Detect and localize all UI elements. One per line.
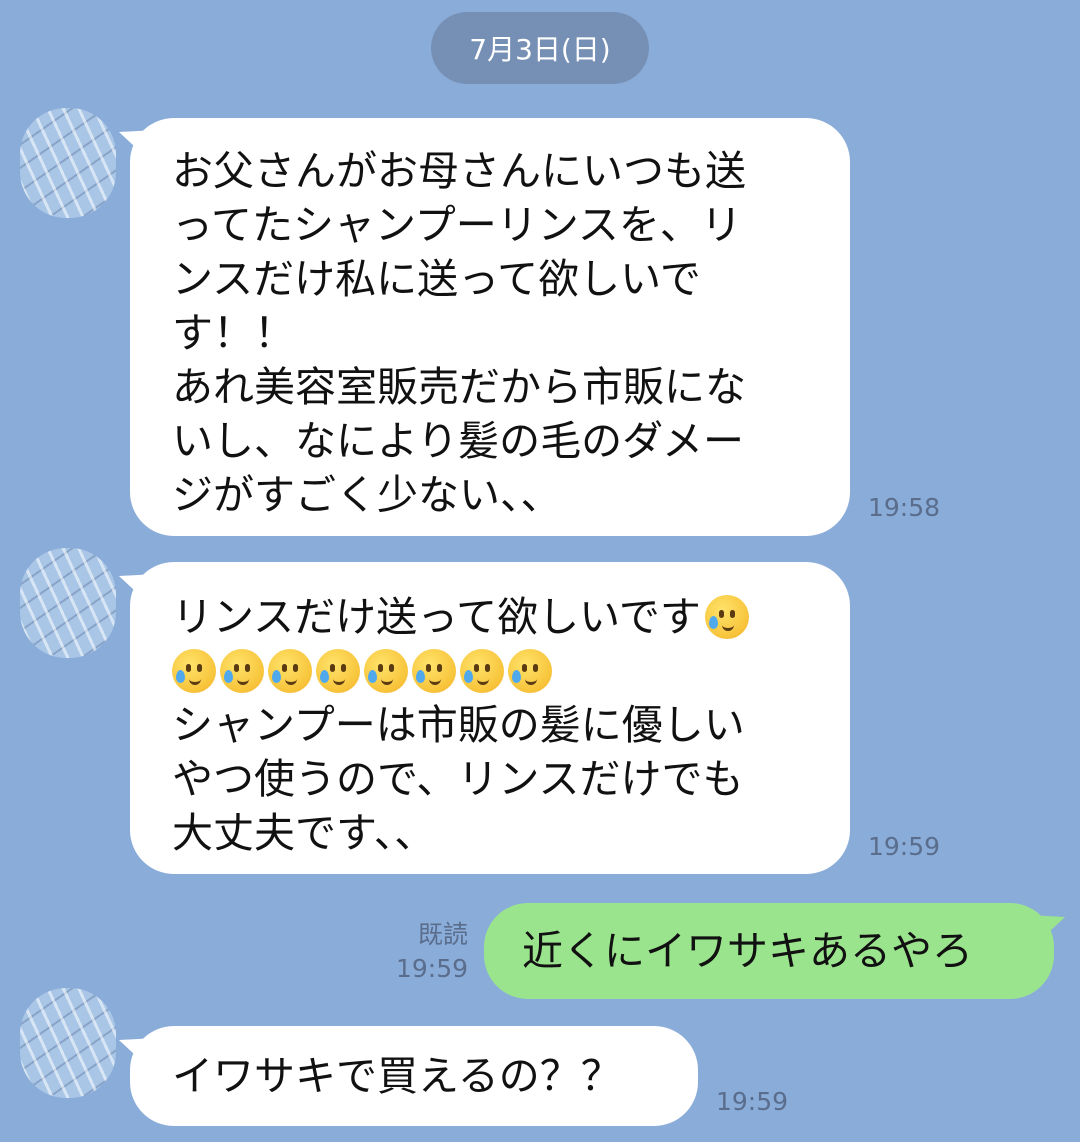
message-line: リンスだけ送って欲しいです (172, 590, 850, 644)
message-line: ってたシャンプーリンスを、リ (172, 201, 742, 249)
read-label: 既読 (417, 920, 468, 949)
sender-avatar[interactable] (20, 988, 116, 1098)
message-line: あれ美容室販売だから市販にな (172, 363, 746, 411)
read-receipt: 既読 19:59 (380, 918, 468, 986)
message-time: 19:59 (395, 954, 468, 983)
smiling-face-with-tear-icon (460, 649, 504, 693)
message-line: 大丈夫です、、 (172, 809, 436, 857)
message-line: お父さんがお母さんにいつも送 (172, 147, 746, 195)
message-line: ンスだけ私に送って欲しいで (172, 255, 701, 303)
message-line: す！！ (172, 309, 295, 357)
smiling-face-with-tear-icon (704, 595, 749, 639)
smiling-face-with-tear-icon (412, 649, 456, 693)
message-line: いし、なにより髪の毛のダメー (172, 417, 744, 465)
smiling-face-with-tear-icon (316, 649, 360, 693)
message-time: 19:58 (868, 493, 941, 522)
message-line: やつ使うので、リンスだけでも (172, 755, 744, 803)
message-bubble-2[interactable]: リンスだけ送って欲しいです シャンプーは市販の髪に優しい やつ使うので、リンスだ… (130, 562, 850, 874)
emoji-row (172, 644, 850, 698)
date-divider: 7月3日(日) (431, 12, 649, 84)
message-line: シャンプーは市販の髪に優しい (172, 701, 745, 749)
message-time: 19:59 (868, 832, 941, 861)
message-line: 近くにイワサキあるやろ (522, 927, 973, 975)
message-time: 19:59 (716, 1087, 789, 1116)
message-bubble-1[interactable]: お父さんがお母さんにいつも送 ってたシャンプーリンスを、リ ンスだけ私に送って欲… (130, 118, 850, 536)
smiling-face-with-tear-icon (508, 649, 552, 693)
smiling-face-with-tear-icon (268, 649, 312, 693)
message-bubble-3[interactable]: 近くにイワサキあるやろ (484, 903, 1054, 999)
message-line: ジがすごく少ない、、 (172, 471, 562, 519)
smiling-face-with-tear-icon (364, 649, 408, 693)
sender-avatar[interactable] (20, 108, 116, 218)
sender-avatar[interactable] (20, 548, 116, 658)
message-line: イワサキで買えるの？？ (172, 1052, 622, 1100)
smiling-face-with-tear-icon (172, 649, 216, 693)
smiling-face-with-tear-icon (220, 649, 264, 693)
message-bubble-4[interactable]: イワサキで買えるの？？ (130, 1026, 698, 1126)
